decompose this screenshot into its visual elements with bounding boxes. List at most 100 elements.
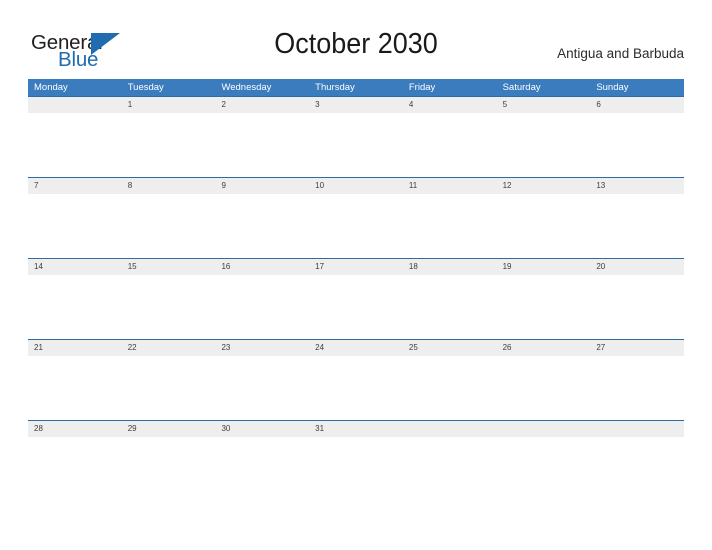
date-cell[interactable]: 26 [497, 340, 591, 356]
date-cell[interactable]: 13 [590, 178, 684, 194]
date-band: 1 2 3 4 5 6 [28, 96, 684, 113]
page-title: October 2030 [274, 28, 438, 60]
page-header: General Blue October 2030 Antigua and Ba… [0, 0, 712, 78]
date-band: 28 29 30 31 [28, 420, 684, 437]
day-body-cell[interactable] [497, 194, 591, 258]
date-cell[interactable] [590, 421, 684, 437]
date-cell[interactable]: 9 [215, 178, 309, 194]
day-body-cell[interactable] [215, 194, 309, 258]
day-body-cell[interactable] [403, 356, 497, 420]
date-cell[interactable]: 5 [497, 97, 591, 113]
weekday-friday: Friday [408, 82, 436, 93]
day-body-cell[interactable] [28, 113, 122, 177]
date-cell[interactable]: 30 [215, 421, 309, 437]
day-body-cell[interactable] [590, 356, 684, 420]
weekday-thursday: Thursday [315, 82, 355, 93]
day-body-cell[interactable] [28, 356, 122, 420]
date-cell[interactable]: 1 [122, 97, 216, 113]
date-cell[interactable]: 4 [403, 97, 497, 113]
day-body-cell[interactable] [215, 437, 309, 501]
day-body-cell[interactable] [403, 275, 497, 339]
weekday-header-row: Monday Tuesday Wednesday Thursday Friday… [28, 79, 684, 96]
date-cell[interactable]: 15 [122, 259, 216, 275]
day-body-cell[interactable] [309, 275, 403, 339]
week-row: 28 29 30 31 [28, 420, 684, 501]
date-cell[interactable]: 8 [122, 178, 216, 194]
date-cell[interactable]: 27 [590, 340, 684, 356]
day-body-cell[interactable] [590, 113, 684, 177]
date-cell[interactable]: 20 [590, 259, 684, 275]
day-body-row [28, 194, 684, 258]
date-cell[interactable]: 12 [497, 178, 591, 194]
logo-text-blue: Blue [58, 48, 99, 71]
day-body-cell[interactable] [309, 356, 403, 420]
day-body-cell[interactable] [309, 437, 403, 501]
date-cell[interactable]: 2 [215, 97, 309, 113]
day-body-cell[interactable] [403, 113, 497, 177]
week-row: 7 8 9 10 11 12 13 [28, 177, 684, 258]
date-band: 21 22 23 24 25 26 27 [28, 339, 684, 356]
country-label: Antigua and Barbuda [557, 46, 684, 61]
date-cell[interactable]: 14 [28, 259, 122, 275]
date-cell[interactable] [403, 421, 497, 437]
day-body-cell[interactable] [403, 194, 497, 258]
weekday-sunday: Sunday [596, 82, 629, 93]
day-body-cell[interactable] [590, 275, 684, 339]
day-body-cell[interactable] [309, 194, 403, 258]
brand-logo[interactable]: General Blue [31, 31, 181, 73]
day-body-cell[interactable] [122, 194, 216, 258]
day-body-cell[interactable] [28, 437, 122, 501]
day-body-cell[interactable] [309, 113, 403, 177]
day-body-cell[interactable] [28, 194, 122, 258]
date-cell[interactable] [28, 97, 122, 113]
date-cell[interactable]: 11 [403, 178, 497, 194]
week-row: 14 15 16 17 18 19 20 [28, 258, 684, 339]
date-cell[interactable]: 17 [309, 259, 403, 275]
week-row: 1 2 3 4 5 6 [28, 96, 684, 177]
day-body-cell[interactable] [122, 113, 216, 177]
date-cell[interactable]: 21 [28, 340, 122, 356]
day-body-cell[interactable] [497, 356, 591, 420]
date-cell[interactable]: 31 [309, 421, 403, 437]
weekday-tuesday: Tuesday [127, 82, 164, 93]
date-cell[interactable]: 6 [590, 97, 684, 113]
date-cell[interactable]: 24 [309, 340, 403, 356]
date-cell[interactable]: 7 [28, 178, 122, 194]
day-body-cell[interactable] [497, 275, 591, 339]
weekday-wednesday: Wednesday [221, 82, 272, 93]
day-body-cell[interactable] [497, 437, 591, 501]
day-body-cell[interactable] [590, 437, 684, 501]
day-body-cell[interactable] [215, 356, 309, 420]
date-cell[interactable]: 25 [403, 340, 497, 356]
day-body-cell[interactable] [497, 113, 591, 177]
date-cell[interactable]: 23 [215, 340, 309, 356]
day-body-row [28, 113, 684, 177]
day-body-cell[interactable] [122, 356, 216, 420]
calendar-page: General Blue October 2030 Antigua and Ba… [0, 0, 712, 550]
weekday-monday: Monday [34, 82, 68, 93]
day-body-row [28, 437, 684, 501]
day-body-cell[interactable] [28, 275, 122, 339]
date-cell[interactable]: 10 [309, 178, 403, 194]
date-cell[interactable] [497, 421, 591, 437]
date-cell[interactable]: 16 [215, 259, 309, 275]
weekday-saturday: Saturday [502, 82, 541, 93]
date-cell[interactable]: 18 [403, 259, 497, 275]
calendar-grid: Monday Tuesday Wednesday Thursday Friday… [28, 79, 684, 501]
date-cell[interactable]: 28 [28, 421, 122, 437]
date-band: 7 8 9 10 11 12 13 [28, 177, 684, 194]
date-band: 14 15 16 17 18 19 20 [28, 258, 684, 275]
day-body-cell[interactable] [590, 194, 684, 258]
day-body-row [28, 275, 684, 339]
week-row: 21 22 23 24 25 26 27 [28, 339, 684, 420]
day-body-cell[interactable] [215, 275, 309, 339]
date-cell[interactable]: 19 [497, 259, 591, 275]
day-body-row [28, 356, 684, 420]
date-cell[interactable]: 29 [122, 421, 216, 437]
date-cell[interactable]: 22 [122, 340, 216, 356]
day-body-cell[interactable] [403, 437, 497, 501]
date-cell[interactable]: 3 [309, 97, 403, 113]
day-body-cell[interactable] [122, 275, 216, 339]
day-body-cell[interactable] [215, 113, 309, 177]
day-body-cell[interactable] [122, 437, 216, 501]
